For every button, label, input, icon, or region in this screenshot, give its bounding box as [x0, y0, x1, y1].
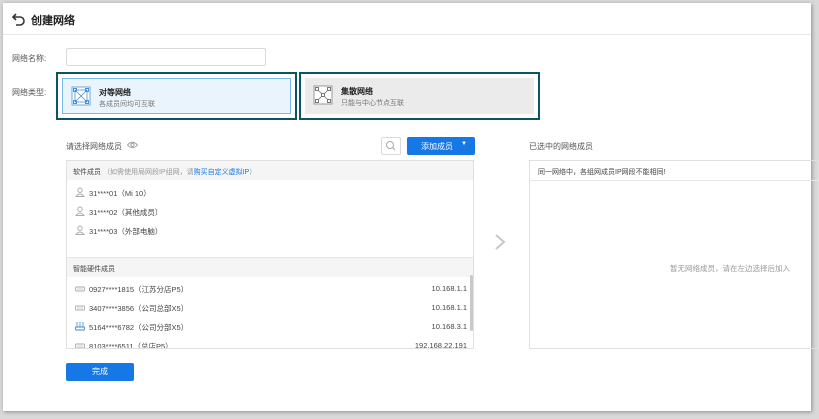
member-name: 31****01（Mi 10）	[89, 189, 151, 198]
back-arrow-icon[interactable]	[12, 12, 26, 26]
member-ip: 192.168.22.191	[414, 341, 467, 349]
create-network-panel: 创建网络 网络名称: 网络类型: 对等网络 各成员间均可互联 集散网络 只能与中…	[3, 3, 819, 411]
buy-virtual-ip-link[interactable]: 购买自定义虚拟IP	[194, 169, 250, 176]
member-name: 31****03（外部电脑）	[89, 227, 163, 236]
member-ip: 10.168.1.1	[431, 303, 467, 312]
member-name: 3407****3856（公司总部X5）	[89, 304, 189, 313]
network-name-label: 网络名称:	[12, 54, 47, 63]
network-type-label: 网络类型:	[12, 88, 47, 97]
member-name: 8103****6511（总店P5）	[89, 342, 173, 349]
type-card-hub[interactable]: 集散网络 只能与中心节点互联	[299, 72, 540, 120]
search-button[interactable]	[381, 137, 401, 155]
member-name: 5164****6782（公司分部X5）	[89, 323, 189, 332]
add-member-label: 添加成员	[421, 142, 453, 151]
network-name-input[interactable]	[66, 48, 266, 66]
router-icon	[75, 343, 85, 348]
list-item[interactable]: 0927****1815（江苏分店P5） 10.168.1.1	[67, 279, 467, 297]
software-members-header: 软件成员 （如需使用局网段IP组网，请购买自定义虚拟IP）	[67, 161, 473, 180]
wireless-router-icon	[75, 322, 85, 331]
type-card-desc: 各成员间均可互联	[99, 101, 155, 108]
search-icon	[386, 141, 396, 151]
chevron-right-icon[interactable]	[494, 233, 506, 251]
type-card-desc: 只能与中心节点互联	[341, 100, 404, 107]
user-icon	[75, 225, 85, 235]
empty-state-text: 暂无网络成员，请在左边选择后加入	[670, 264, 790, 273]
list-item[interactable]: 31****03（外部电脑）	[67, 221, 467, 239]
member-name: 31****02（其他成员）	[89, 208, 163, 217]
caret-down-icon: ▼	[461, 141, 467, 147]
eye-icon[interactable]	[127, 141, 138, 149]
hardware-members-header: 智能硬件成员	[67, 258, 473, 277]
router-icon	[75, 305, 85, 311]
type-card-title: 集散网络	[341, 87, 373, 96]
page-title: 创建网络	[31, 15, 75, 27]
list-item[interactable]: 31****01（Mi 10）	[67, 183, 467, 201]
done-button[interactable]: 完成	[66, 363, 134, 381]
page-header: 创建网络	[3, 3, 811, 35]
add-member-button[interactable]: 添加成员 ▼	[407, 137, 475, 155]
list-scrollbar[interactable]	[470, 275, 473, 331]
list-item[interactable]: 8103****6511（总店P5） 192.168.22.191	[67, 336, 467, 349]
member-name: 0927****1815（江苏分店P5）	[89, 285, 189, 294]
router-icon	[75, 286, 85, 292]
user-icon	[75, 187, 85, 197]
section-divider	[530, 180, 819, 181]
mesh-network-icon	[71, 86, 91, 106]
selected-members-title: 已选中的网络成员	[529, 142, 593, 151]
type-card-peer[interactable]: 对等网络 各成员间均可互联	[56, 72, 297, 120]
member-list: 软件成员 （如需使用局网段IP组网，请购买自定义虚拟IP） 31****01（M…	[66, 160, 474, 349]
list-item[interactable]: 31****02（其他成员）	[67, 202, 467, 220]
list-item[interactable]: 5164****6782（公司分部X5） 10.168.3.1	[67, 317, 467, 335]
software-note-end: ）	[249, 169, 257, 176]
hub-network-icon	[313, 85, 333, 105]
member-ip: 10.168.1.1	[431, 284, 467, 293]
software-note: （如需使用局网段IP组网，请	[102, 169, 194, 176]
selected-member-list: 同一网络中，各组网成员IP网段不能相同! 暂无网络成员，请在左边选择后加入	[529, 160, 819, 349]
user-icon	[75, 206, 85, 216]
ip-conflict-note: 同一网络中，各组网成员IP网段不能相同!	[538, 169, 666, 176]
member-select-title: 请选择网络成员	[66, 142, 122, 151]
list-item[interactable]: 3407****3856（公司总部X5） 10.168.1.1	[67, 298, 467, 316]
hardware-members-title: 智能硬件成员	[73, 266, 115, 273]
software-members-title: 软件成员	[73, 169, 101, 176]
type-card-title: 对等网络	[99, 88, 131, 97]
member-ip: 10.168.3.1	[431, 322, 467, 331]
